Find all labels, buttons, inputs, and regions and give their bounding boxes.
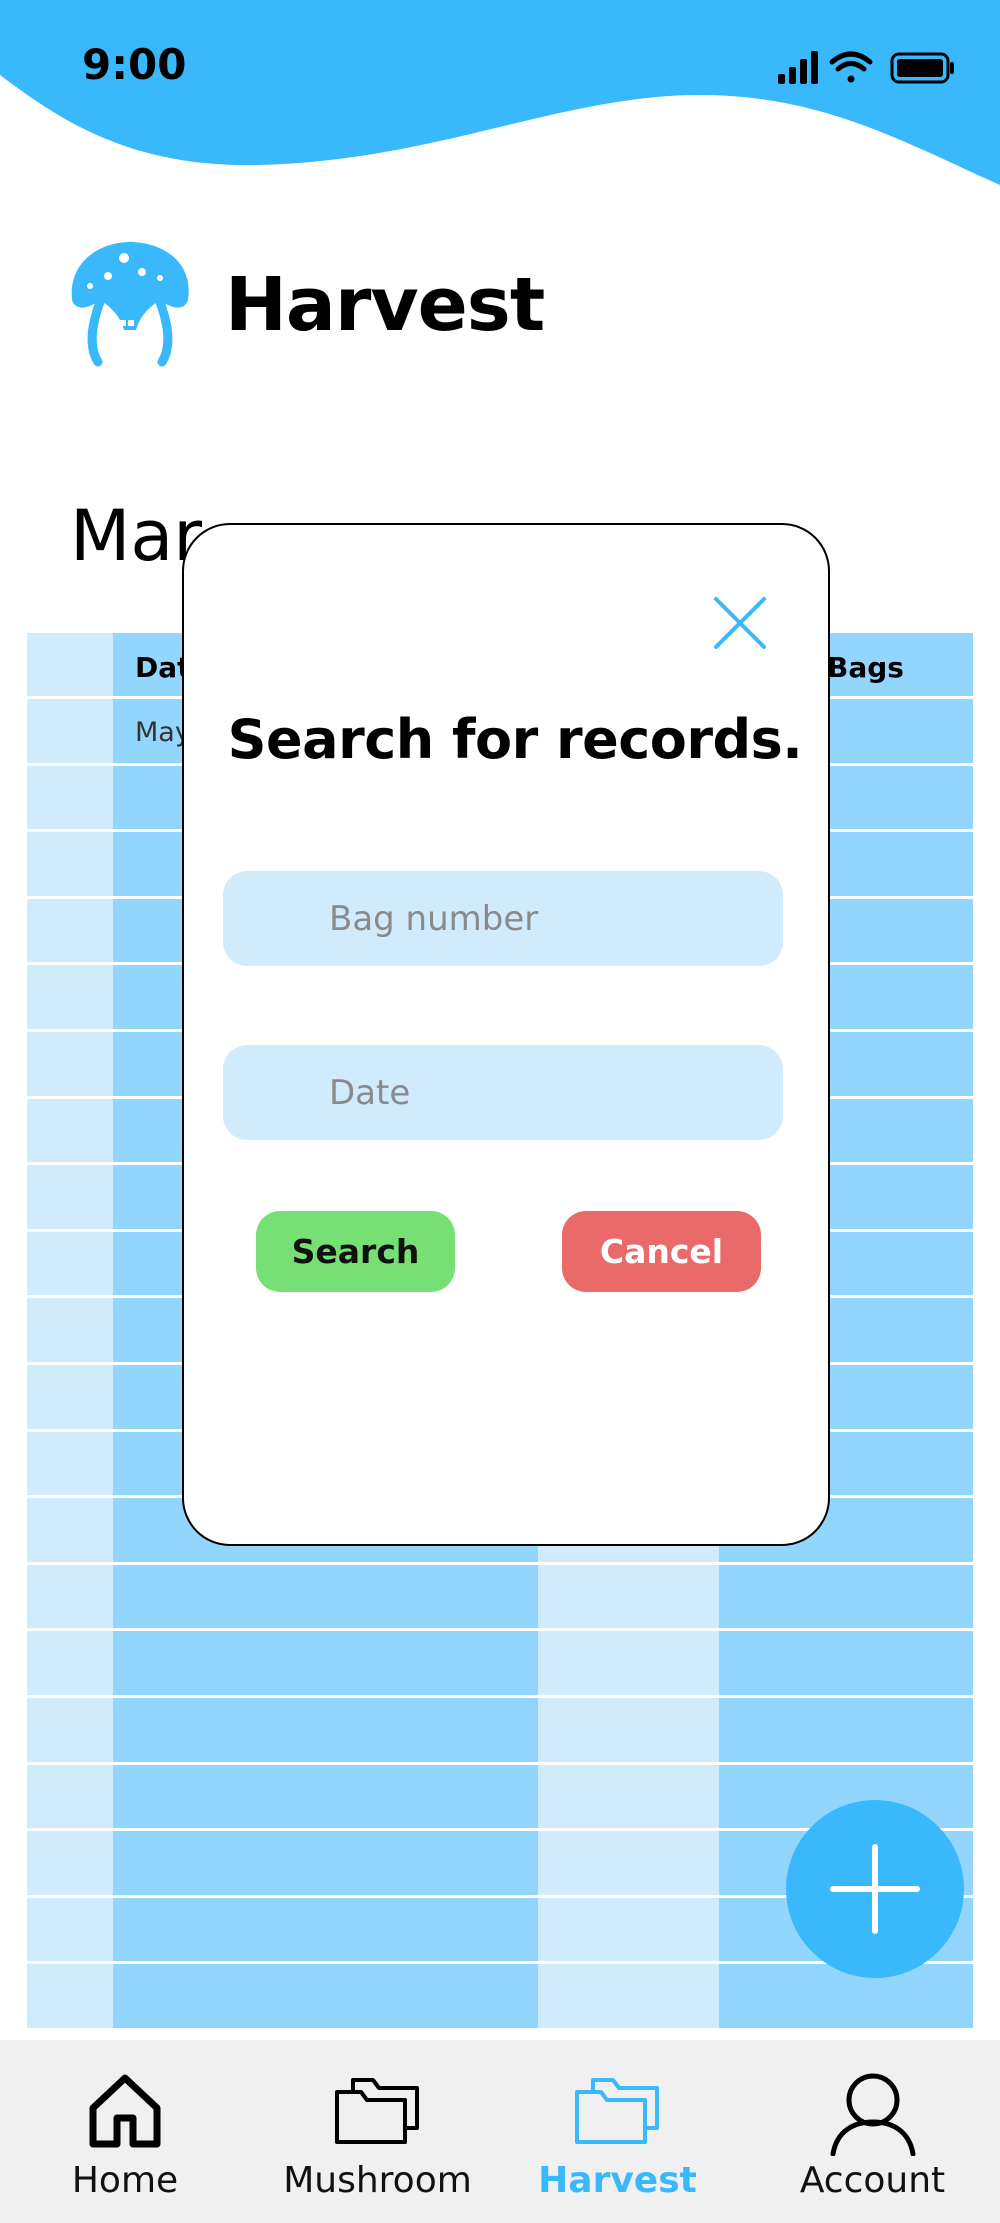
nav-label-harvest: Harvest: [538, 2160, 697, 2201]
search-button[interactable]: Search: [256, 1211, 455, 1292]
date-input[interactable]: [223, 1045, 783, 1140]
dialog-title: Search for records.: [227, 708, 803, 771]
table-row-divider: [27, 1628, 973, 1631]
status-icons: [778, 51, 954, 84]
bag-number-input[interactable]: [223, 871, 783, 966]
table-row-divider: [27, 2028, 973, 2030]
table-header-bags: Bags: [827, 651, 904, 684]
bottom-nav: Home Mushroom Harvest Account: [0, 2040, 1000, 2223]
add-record-button[interactable]: [786, 1800, 964, 1978]
nav-item-account[interactable]: Account: [745, 2040, 1000, 2223]
table-column: [27, 633, 113, 2030]
search-dialog: Search for records. Search Cancel: [182, 523, 830, 1546]
nav-label-account: Account: [799, 2160, 946, 2201]
wifi-icon: [829, 51, 873, 83]
nav-item-harvest[interactable]: Harvest: [490, 2040, 745, 2223]
status-time: 9:00: [82, 40, 187, 89]
table-row-divider: [27, 1695, 973, 1698]
home-icon: [89, 2074, 161, 2148]
header-wave: [0, 0, 1000, 185]
nav-item-mushroom[interactable]: Mushroom: [250, 2040, 505, 2223]
folder-icon: [574, 2078, 659, 2144]
close-icon[interactable]: [712, 595, 768, 651]
user-icon: [830, 2073, 915, 2156]
nav-label-home: Home: [71, 2160, 179, 2201]
plus-icon: [830, 1844, 920, 1934]
signal-icon: [778, 51, 818, 84]
battery-icon: [890, 52, 954, 84]
nav-item-home[interactable]: Home: [0, 2040, 250, 2223]
page-title: Harvest: [225, 262, 545, 348]
cancel-button[interactable]: Cancel: [562, 1211, 761, 1292]
table-row-divider: [27, 1562, 973, 1565]
table-row-divider: [27, 1762, 973, 1765]
folder-icon: [334, 2078, 419, 2144]
nav-label-mushroom: Mushroom: [283, 2160, 472, 2201]
mushroom-logo-icon: [71, 242, 189, 367]
